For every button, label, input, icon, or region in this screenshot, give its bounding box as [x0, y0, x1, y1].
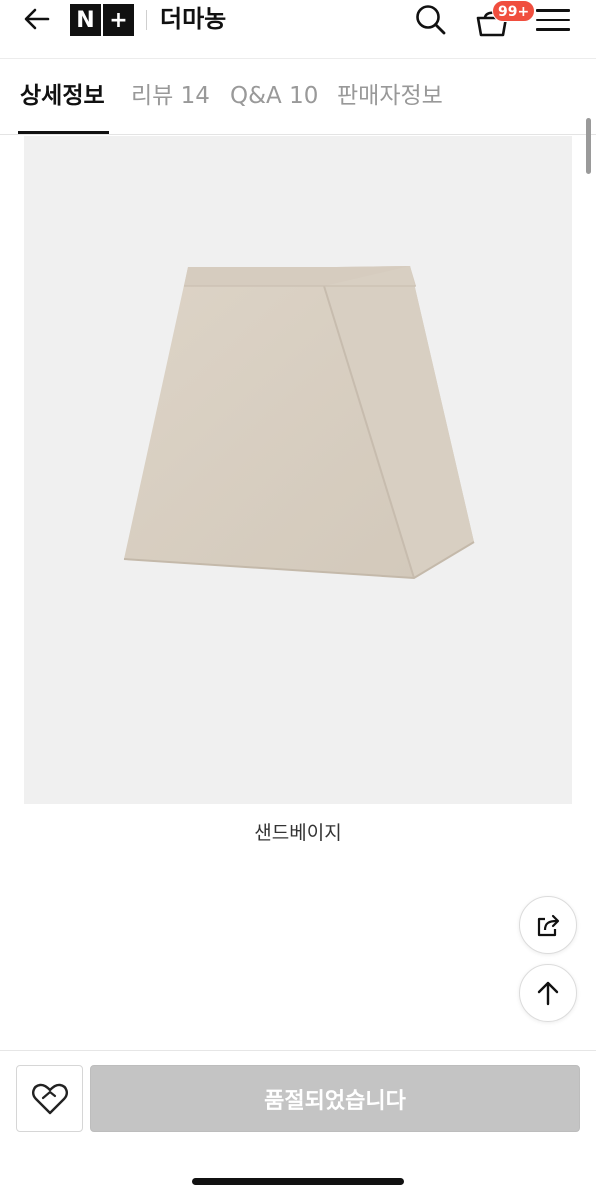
cart-count-badge: 99+ — [492, 0, 536, 22]
header-divider — [146, 10, 147, 30]
wishlist-button[interactable] — [16, 1065, 83, 1132]
skirt-illustration — [123, 266, 475, 580]
bottom-bar-divider — [0, 1050, 596, 1051]
detail-tabs: 상세정보 리뷰 14 Q&A 10 판매자정보 — [0, 60, 596, 134]
hamburger-menu-icon — [536, 9, 570, 12]
hamburger-menu-icon-line — [536, 28, 570, 31]
tab-detail-info[interactable]: 상세정보 — [20, 78, 105, 134]
home-indicator — [192, 1178, 404, 1185]
back-button[interactable] — [20, 2, 54, 36]
search-icon — [416, 5, 446, 35]
heart-icon — [31, 1083, 68, 1114]
store-name[interactable]: 더마농 — [160, 2, 226, 36]
color-caption: 샌드베이지 — [254, 822, 342, 844]
hamburger-menu-icon-line — [536, 18, 570, 22]
app-header: N + 더마농 99+ — [0, 0, 596, 58]
share-icon — [537, 914, 560, 937]
share-button[interactable] — [519, 896, 577, 954]
arrow-left-icon — [24, 8, 50, 30]
scrollbar[interactable] — [586, 118, 591, 174]
arrow-up-icon — [537, 981, 559, 1006]
nplus-logo[interactable]: N + — [70, 4, 134, 36]
header-divider-line — [0, 58, 596, 59]
tabs-divider-line — [0, 134, 596, 135]
tab-qna[interactable]: Q&A 10 — [230, 78, 318, 134]
search-button[interactable] — [412, 2, 450, 38]
product-image — [24, 136, 572, 804]
logo-letter-n: N — [70, 4, 101, 36]
tab-seller-info[interactable]: 판매자정보 — [337, 78, 443, 134]
tab-reviews[interactable]: 리뷰 14 — [131, 78, 210, 134]
menu-button[interactable] — [536, 4, 570, 36]
sold-out-button: 품절되었습니다 — [90, 1065, 580, 1132]
logo-plus: + — [103, 4, 134, 36]
scroll-to-top-button[interactable] — [519, 964, 577, 1022]
